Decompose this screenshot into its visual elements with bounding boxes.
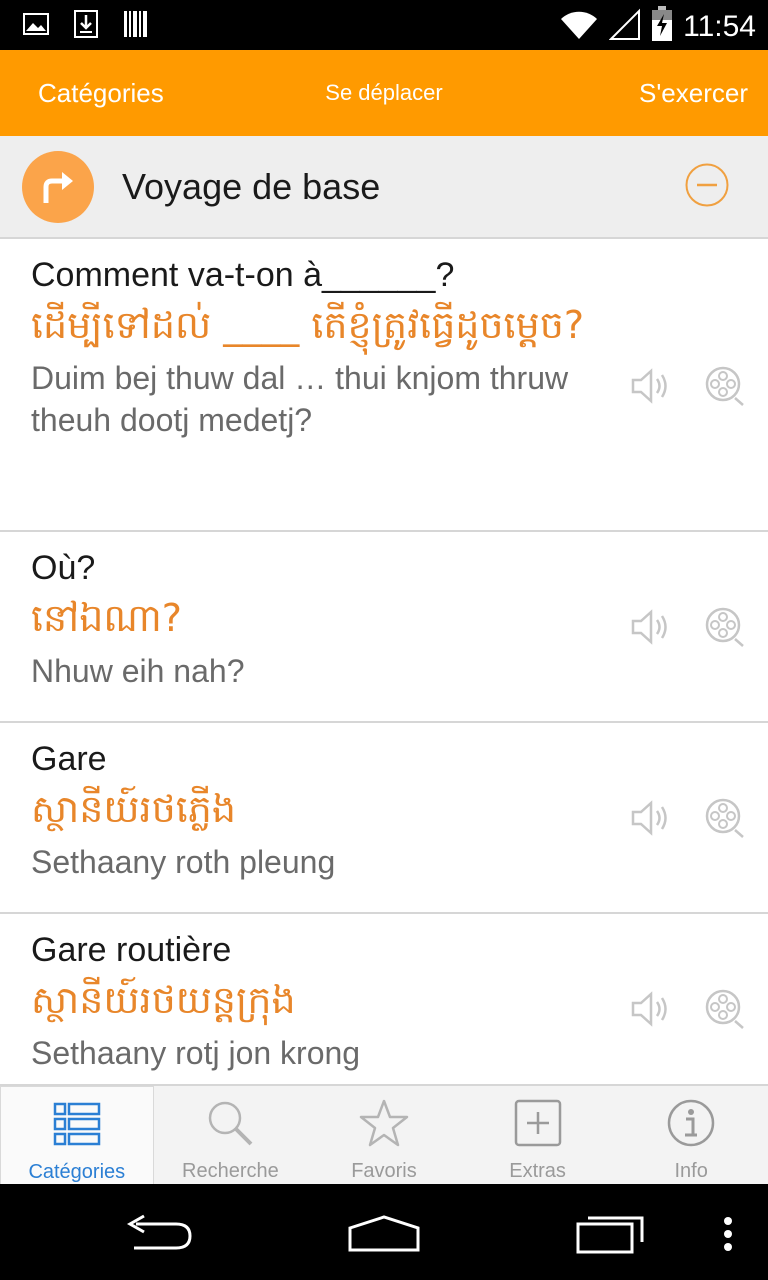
section-header[interactable]: Voyage de base — [0, 136, 768, 239]
nav-tab-recherche[interactable]: Recherche — [154, 1086, 308, 1186]
speaker-icon[interactable] — [630, 989, 674, 1034]
wifi-icon — [559, 7, 599, 46]
list-item[interactable]: Comment va-t-on à______? ដើម្បីទៅដល់ ___… — [0, 239, 768, 532]
phrase-list[interactable]: Comment va-t-on à______? ដើម្បីទៅដល់ ___… — [0, 239, 768, 1084]
signal-icon — [608, 7, 641, 46]
khmer-text: ដើម្បីទៅដល់ ____ តើខ្ញុំត្រូវធ្វើដូចម្តេ… — [31, 303, 585, 347]
nav-tab-info[interactable]: Info — [614, 1086, 768, 1186]
nav-label: Extras — [509, 1160, 566, 1182]
speaker-icon[interactable] — [630, 798, 674, 843]
battery-charging-icon — [651, 6, 673, 47]
barcode-icon — [122, 10, 150, 38]
speaker-icon[interactable] — [630, 366, 674, 411]
khmer-text: នៅឯណា? — [31, 596, 182, 640]
slow-playback-icon[interactable] — [704, 365, 746, 412]
system-nav-bar — [0, 1184, 768, 1280]
french-text: Gare routière — [31, 931, 232, 969]
minus-circle-icon[interactable] — [685, 163, 729, 207]
khmer-text: ស្ថានីយ៍រថភ្លើង — [31, 787, 237, 831]
slow-playback-icon[interactable] — [704, 606, 746, 653]
list-item[interactable]: Gare ស្ថានីយ៍រថភ្លើង Sethaany roth pleun… — [0, 723, 768, 914]
nav-tab-favoris[interactable]: Favoris — [307, 1086, 461, 1186]
status-bar: 11:54 — [0, 0, 768, 50]
download-icon — [72, 10, 100, 38]
list-item[interactable]: Où? នៅឯណា? Nhuw eih nah? — [0, 532, 768, 723]
french-text: Comment va-t-on à______? — [31, 256, 455, 294]
recent-apps-icon[interactable] — [574, 1212, 646, 1261]
slow-playback-icon[interactable] — [704, 797, 746, 844]
french-text: Où? — [31, 549, 96, 587]
image-icon — [22, 10, 50, 38]
list-item[interactable]: Gare routière ស្ថានីយ៍រថយន្តក្រុង Sethaa… — [0, 914, 768, 1084]
nav-label: Recherche — [182, 1160, 279, 1182]
plus-box-icon — [513, 1098, 563, 1148]
phonetic-text: Sethaany rotj jon krong — [31, 1035, 361, 1071]
clock: 11:54 — [683, 9, 756, 43]
overflow-menu-icon[interactable] — [722, 1216, 734, 1257]
search-icon — [205, 1098, 255, 1148]
info-icon — [666, 1098, 716, 1148]
list-icon — [52, 1099, 102, 1149]
nav-label: Catégories — [28, 1161, 126, 1183]
home-icon[interactable] — [346, 1214, 422, 1259]
section-title: Voyage de base — [122, 166, 381, 207]
phonetic-text: Sethaany roth pleung — [31, 844, 336, 880]
tab-s-exercer[interactable]: S'exercer — [639, 50, 748, 136]
nav-tab-categories[interactable]: Catégories — [0, 1086, 154, 1186]
slow-playback-icon[interactable] — [704, 988, 746, 1035]
phonetic-text: Nhuw eih nah? — [31, 653, 245, 689]
nav-tab-extras[interactable]: Extras — [461, 1086, 615, 1186]
star-icon — [359, 1098, 409, 1148]
back-icon[interactable] — [124, 1214, 194, 1259]
redo-arrow-icon — [22, 151, 94, 223]
french-text: Gare — [31, 740, 107, 778]
nav-label: Favoris — [351, 1160, 417, 1182]
speaker-icon[interactable] — [630, 607, 674, 652]
bottom-nav: Catégories Recherche Favoris Extras Info — [0, 1084, 768, 1186]
tab-categories[interactable]: Catégories — [38, 50, 164, 136]
top-bar: Se déplacer Catégories S'exercer — [0, 50, 768, 136]
phonetic-text: Duim bej thuw dal … thui knjom thruw the… — [31, 360, 569, 438]
khmer-text: ស្ថានីយ៍រថយន្តក្រុង — [31, 978, 296, 1022]
nav-label: Info — [674, 1160, 708, 1182]
